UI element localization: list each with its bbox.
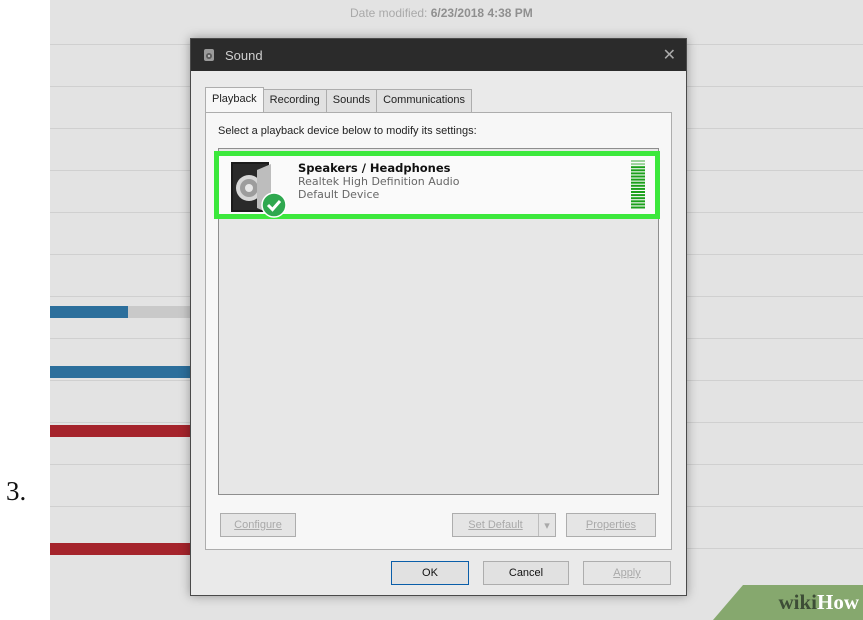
tab-bar: Playback Recording Sounds Communications xyxy=(205,87,473,113)
tab-playback[interactable]: Playback xyxy=(205,87,264,113)
wikihow-how: How xyxy=(817,590,859,614)
volume-meter-segment xyxy=(631,166,645,169)
volume-meter-segment xyxy=(631,184,645,187)
configure-label: Configure xyxy=(234,519,282,531)
wikihow-wiki: wiki xyxy=(778,590,817,614)
volume-meter-segment xyxy=(631,200,645,203)
tab-communications[interactable]: Communications xyxy=(376,89,473,112)
volume-meter-segment xyxy=(631,169,645,172)
properties-button[interactable]: Properties xyxy=(566,513,656,537)
date-modified-label: Date modified: xyxy=(350,6,428,20)
volume-meter-segment xyxy=(631,175,645,178)
apply-label: Apply xyxy=(613,567,641,579)
volume-meter xyxy=(631,160,645,210)
instruction-text: Select a playback device below to modify… xyxy=(218,125,477,137)
device-info: Speakers / Headphones Realtek High Defin… xyxy=(298,161,460,202)
volume-meter-segment xyxy=(631,203,645,206)
step-number: 3. xyxy=(6,476,27,506)
usage-bar-blue xyxy=(50,306,128,318)
playback-panel: Select a playback device below to modify… xyxy=(205,112,672,550)
ok-label: OK xyxy=(422,567,438,579)
volume-meter-segment xyxy=(631,160,645,162)
ok-button[interactable]: OK xyxy=(391,561,469,585)
volume-meter-segment xyxy=(631,163,645,166)
tab-recording[interactable]: Recording xyxy=(262,89,327,112)
configure-button[interactable]: Configure xyxy=(220,513,296,537)
cancel-label: Cancel xyxy=(508,567,544,579)
volume-meter-segment xyxy=(631,178,645,181)
usage-bar-red xyxy=(50,425,200,437)
date-modified-value: 6/23/2018 4:38 PM xyxy=(430,6,533,20)
set-default-button[interactable]: Set Default ▾ xyxy=(452,513,556,537)
device-name: Speakers / Headphones xyxy=(298,161,451,175)
date-modified: Date modified: 6/23/2018 4:38 PM xyxy=(350,6,533,20)
volume-meter-segment xyxy=(631,194,645,197)
device-driver: Realtek High Definition Audio xyxy=(298,175,460,188)
volume-meter-segment xyxy=(631,181,645,184)
volume-meter-segment xyxy=(631,206,645,209)
dialog-title: Sound xyxy=(225,47,263,63)
volume-meter-segment xyxy=(631,187,645,190)
device-item-speakers[interactable]: Speakers / Headphones Realtek High Defin… xyxy=(214,151,660,219)
usage-bar-red xyxy=(50,543,200,555)
chevron-down-icon[interactable]: ▾ xyxy=(538,514,555,536)
volume-meter-segment xyxy=(631,191,645,193)
default-check-icon xyxy=(261,192,287,222)
volume-meter-segment xyxy=(631,197,645,200)
close-icon[interactable]: ✕ xyxy=(663,45,676,64)
properties-label: Properties xyxy=(585,519,637,531)
cancel-button[interactable]: Cancel xyxy=(483,561,569,585)
tab-sounds[interactable]: Sounds xyxy=(325,89,378,112)
sound-dialog: Sound ✕ Playback Recording Sounds Commun… xyxy=(190,38,687,596)
sound-app-icon xyxy=(201,47,217,63)
set-default-label: Set Default xyxy=(468,519,523,531)
dialog-titlebar[interactable]: Sound ✕ xyxy=(191,39,686,71)
usage-bar-blue xyxy=(50,366,200,378)
apply-button[interactable]: Apply xyxy=(583,561,671,585)
volume-meter-segment xyxy=(631,172,645,175)
device-list[interactable]: Speakers / Headphones Realtek High Defin… xyxy=(214,148,660,495)
device-status: Default Device xyxy=(298,188,380,201)
